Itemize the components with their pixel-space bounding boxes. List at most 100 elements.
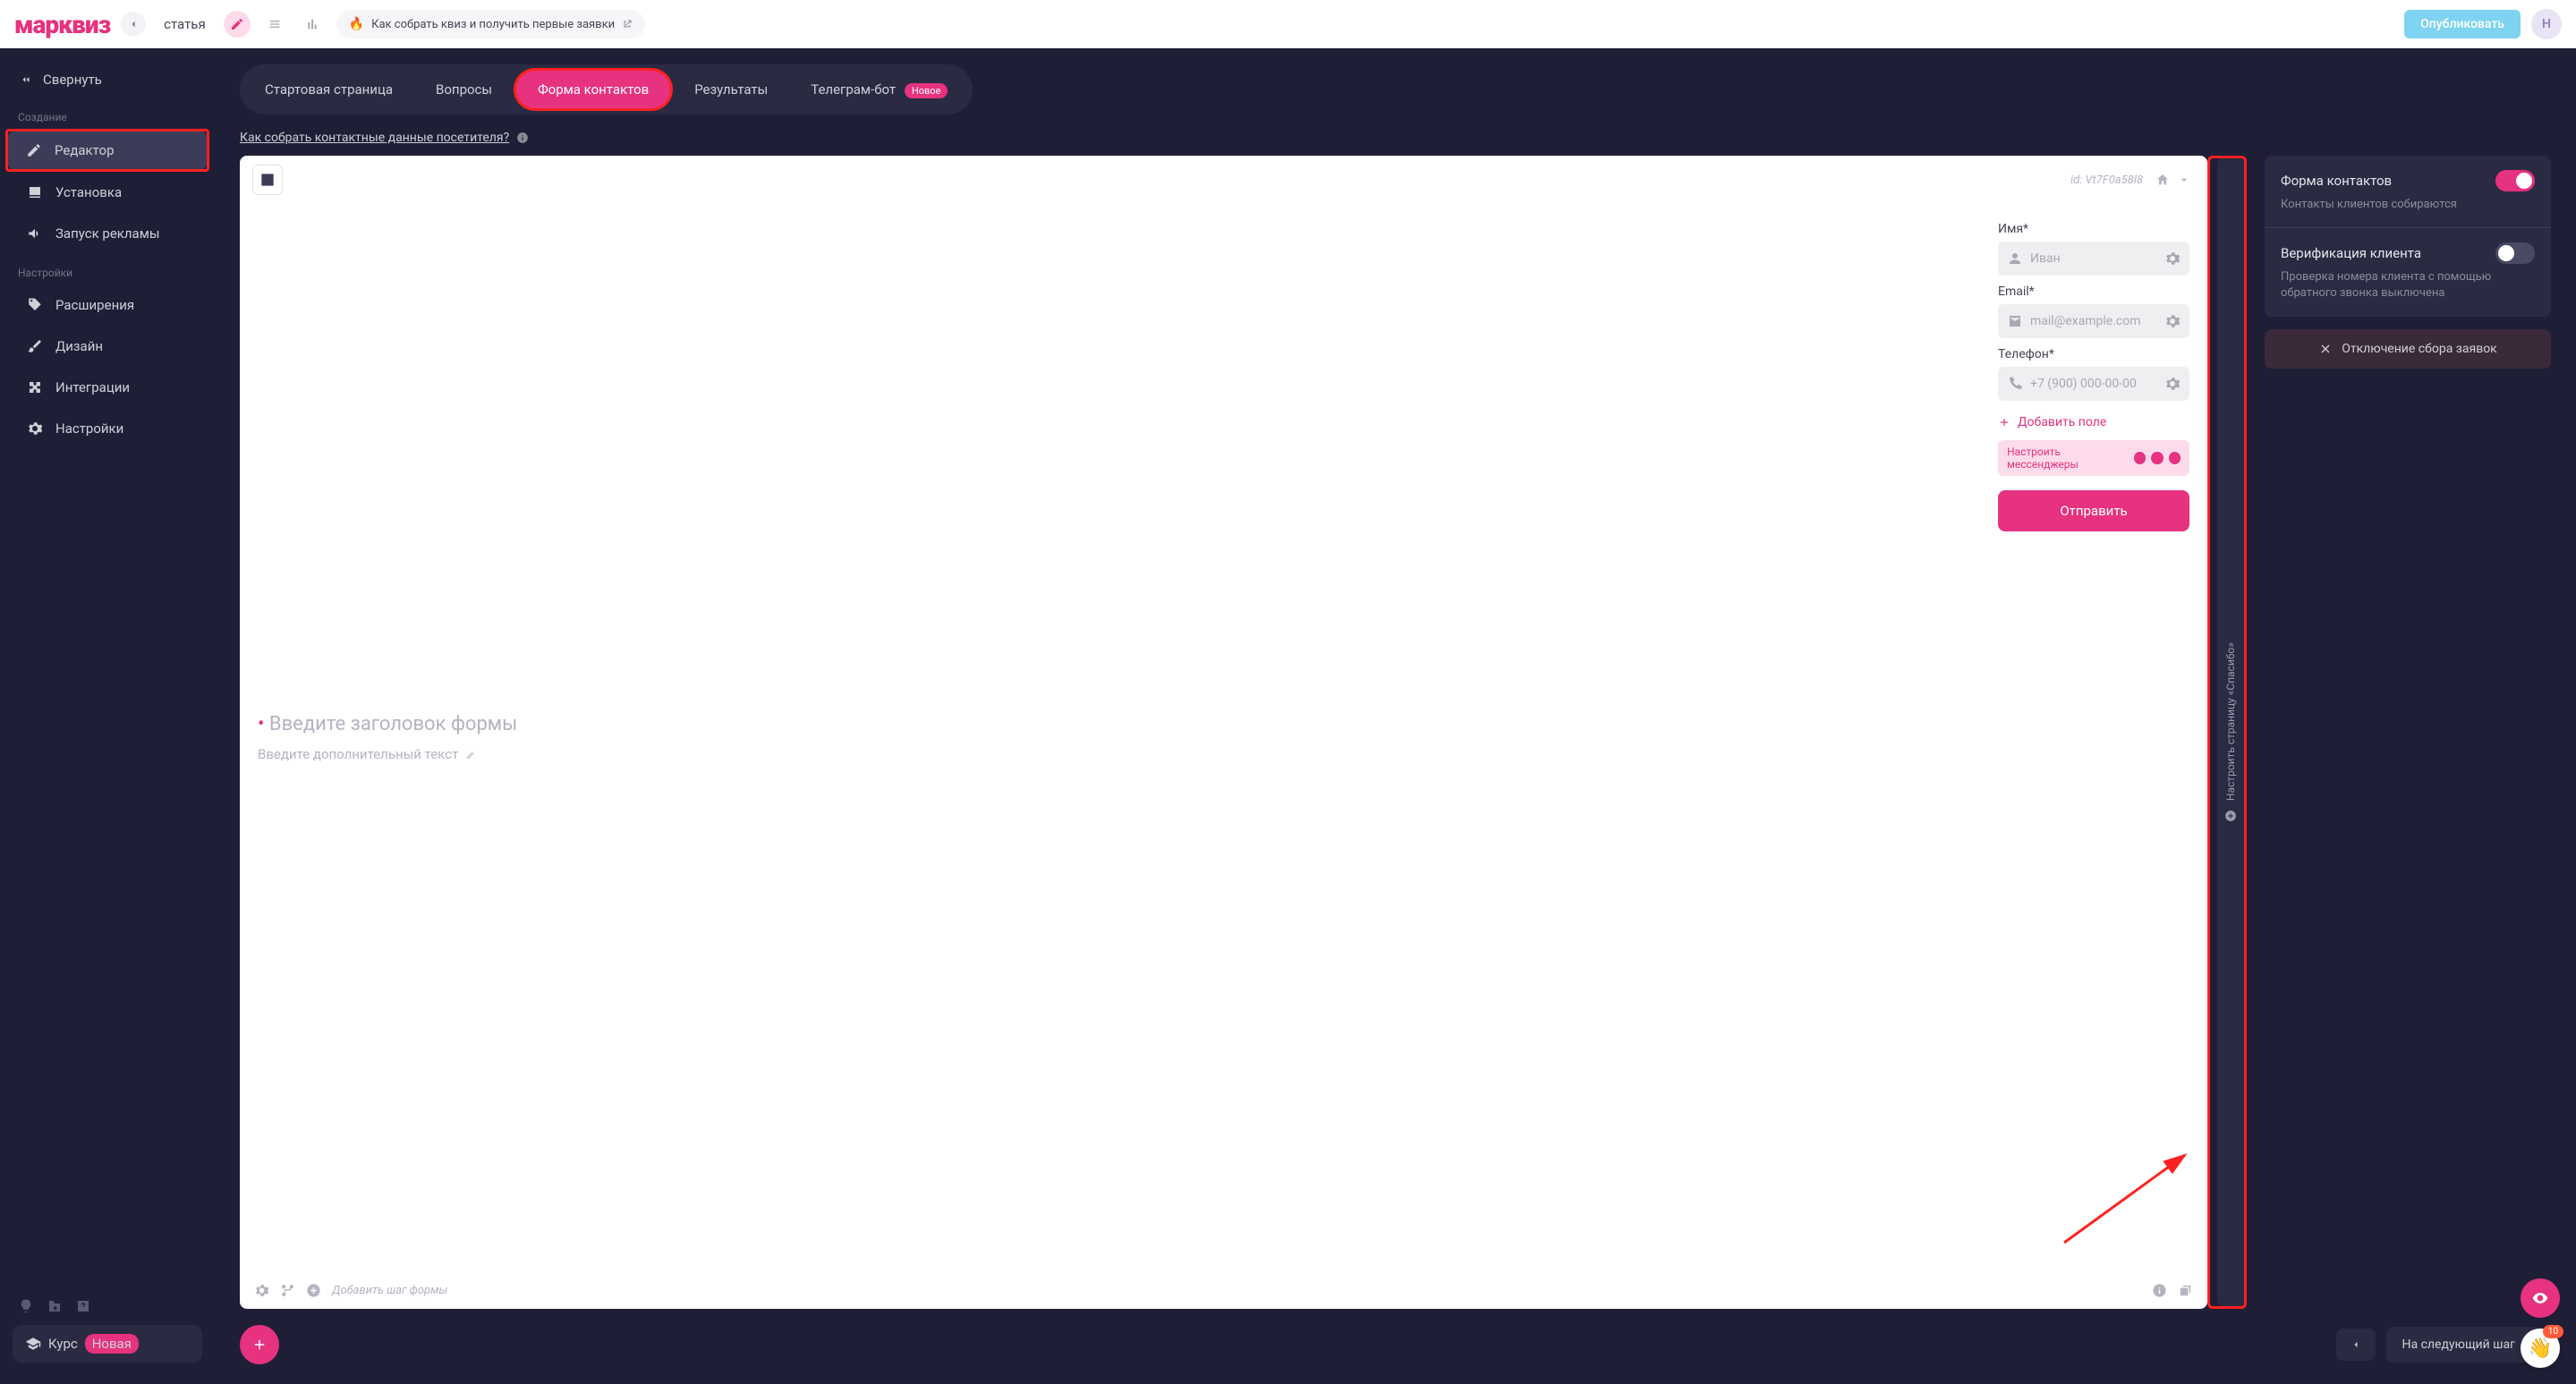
document-name[interactable]: статья (157, 16, 213, 32)
tab-contacts[interactable]: Форма контактов (516, 71, 670, 108)
puzzle-icon (27, 379, 43, 395)
field-name-input[interactable]: Иван (1998, 242, 2189, 276)
canvas-wrap: id: Vt7F0a58l8 Введите заголовок формы В… (240, 156, 2247, 1309)
field-phone-input[interactable]: +7 (900) 000-00-00 (1998, 367, 2189, 401)
edit-tool[interactable] (224, 11, 251, 38)
field-email-label: Email* (1998, 284, 2189, 299)
new-badge: Новое (905, 83, 948, 98)
toggle-contacts[interactable] (2495, 170, 2535, 191)
branch-icon[interactable] (280, 1283, 295, 1298)
form-subtitle-input[interactable]: Введите дополнительный текст (258, 741, 1984, 768)
canvas-foot: Добавить шаг формы (240, 1271, 2207, 1309)
sidebar-item-extensions[interactable]: Расширения (9, 286, 206, 324)
help-icon[interactable] (75, 1298, 91, 1314)
content: Стартовая страница Вопросы Форма контакт… (215, 48, 2576, 1384)
submit-button[interactable]: Отправить (1998, 490, 2189, 531)
gear-icon[interactable] (2164, 250, 2181, 267)
form-text-area[interactable]: Введите заголовок формы Введите дополнит… (258, 213, 1984, 1262)
thanks-highlight: Настроить страницу «Спасибо» (2207, 156, 2247, 1309)
user-avatar[interactable]: Н (2531, 9, 2562, 39)
hint-link[interactable]: Как собрать контактные данные посетителя… (240, 131, 509, 145)
sidebar-footer (0, 1298, 215, 1325)
plus-icon (251, 1337, 268, 1353)
gear-icon[interactable] (254, 1283, 269, 1298)
panel-row-contacts: Форма контактов Контакты клиентов собира… (2265, 156, 2551, 227)
section-settings-label: Настройки (0, 254, 215, 284)
form-fields: Имя* Иван Email* mail@example.com (1984, 213, 2189, 1262)
new-badge: Новая (85, 1334, 139, 1354)
tag-icon (27, 297, 43, 313)
main: Свернуть Создание Редактор Установка Зап… (0, 48, 2576, 1384)
preview-button[interactable] (2521, 1278, 2560, 1318)
topbar: марквиз статья 🔥 Как собрать квиз и полу… (0, 0, 2576, 48)
close-icon (2318, 342, 2333, 356)
sidebar-item-editor[interactable]: Редактор (8, 132, 207, 169)
feedback-button[interactable]: 👋 10 (2521, 1329, 2560, 1368)
messengers-button[interactable]: Настроить мессенджеры (1998, 440, 2189, 476)
gear-icon[interactable] (2164, 313, 2181, 329)
home-icon[interactable] (2155, 173, 2170, 187)
gear-icon[interactable] (2164, 376, 2181, 392)
bar-chart-icon (305, 17, 319, 31)
toggle-verification[interactable] (2495, 242, 2535, 264)
fire-icon: 🔥 (349, 17, 364, 31)
add-button[interactable] (240, 1325, 279, 1364)
add-image-button[interactable] (252, 165, 283, 195)
disable-collection[interactable]: Отключение сбора заявок (2265, 329, 2551, 369)
tab-tgbot[interactable]: Телеграм-бот Новое (789, 71, 969, 108)
help-text: Как собрать квиз и получить первые заявк… (371, 18, 615, 31)
folder-plus-icon[interactable] (47, 1298, 63, 1314)
chevron-down-icon[interactable] (2177, 173, 2191, 187)
floating-actions: 👋 10 (2521, 1278, 2560, 1368)
back-button[interactable] (121, 12, 146, 37)
brush-icon (27, 338, 43, 354)
row-desc: Контакты клиентов собираются (2281, 197, 2535, 213)
gear-icon (27, 420, 43, 437)
pencil-icon (26, 142, 42, 158)
mail-icon (2007, 313, 2023, 329)
tabs: Стартовая страница Вопросы Форма контакт… (240, 64, 973, 115)
collapse-sidebar[interactable]: Свернуть (0, 61, 215, 98)
list-tool[interactable] (261, 11, 288, 38)
stats-tool[interactable] (299, 11, 326, 38)
publish-button[interactable]: Опубликовать (2404, 10, 2521, 38)
tab-questions[interactable]: Вопросы (414, 71, 514, 108)
chevrons-left-icon (18, 73, 34, 86)
prev-step-button[interactable] (2336, 1329, 2376, 1361)
monitor-icon (27, 184, 43, 200)
chevron-left-icon (2351, 1339, 2361, 1350)
copy-icon[interactable] (2178, 1283, 2193, 1298)
form-title-input[interactable]: Введите заголовок формы (258, 708, 1984, 741)
sidebar-item-ads[interactable]: Запуск рекламы (9, 215, 206, 252)
field-name-label: Имя* (1998, 222, 2189, 236)
course-button[interactable]: Курс Новая (13, 1325, 202, 1363)
plus-circle-icon[interactable] (306, 1283, 321, 1298)
thanks-label: Настроить страницу «Спасибо» (2224, 642, 2237, 801)
plus-circle-icon (2224, 810, 2237, 822)
field-email-input[interactable]: mail@example.com (1998, 304, 2189, 338)
thanks-page-strip[interactable]: Настроить страницу «Спасибо» (2217, 158, 2244, 1306)
sidebar-item-design[interactable]: Дизайн (9, 327, 206, 365)
add-step-ph[interactable]: Добавить шаг формы (332, 1284, 2141, 1297)
tab-results[interactable]: Результаты (673, 71, 789, 108)
section-create-label: Создание (0, 98, 215, 129)
bottom-bar: На следующий шаг (240, 1309, 2551, 1368)
tab-start[interactable]: Стартовая страница (243, 71, 414, 108)
right-panel: Форма контактов Контакты клиентов собира… (2265, 156, 2551, 1309)
info-icon[interactable] (516, 132, 529, 144)
megaphone-icon (27, 225, 43, 242)
sidebar-item-integrations[interactable]: Интеграции (9, 369, 206, 406)
arrow-left-icon (127, 18, 140, 30)
editor-highlight: Редактор (5, 129, 209, 172)
canvas-body: Введите заголовок формы Введите дополнит… (240, 204, 2207, 1271)
field-phone-label: Телефон* (1998, 347, 2189, 361)
row-title: Верификация клиента (2281, 245, 2421, 261)
add-field-button[interactable]: Добавить поле (1998, 415, 2189, 429)
sidebar-item-install[interactable]: Установка (9, 174, 206, 211)
external-link-icon (622, 19, 633, 30)
info-icon[interactable] (2152, 1283, 2167, 1298)
canvas-id: id: Vt7F0a58l8 (2070, 174, 2143, 187)
sidebar-item-settings[interactable]: Настройки (9, 410, 206, 447)
lightbulb-icon[interactable] (18, 1298, 34, 1314)
help-pill[interactable]: 🔥 Как собрать квиз и получить первые зая… (336, 10, 645, 38)
